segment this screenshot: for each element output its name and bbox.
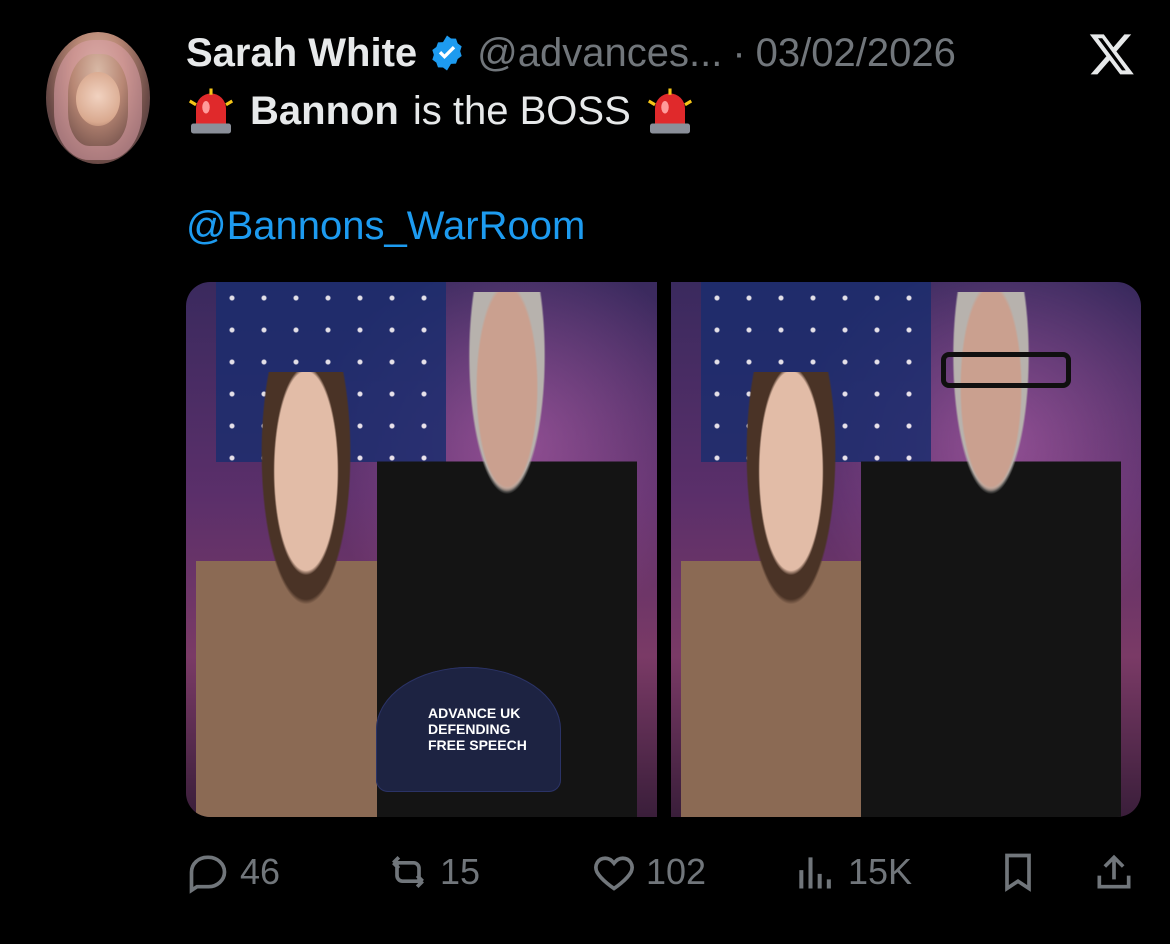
views-count: 15K (848, 851, 913, 892)
separator-dot: · (732, 30, 746, 75)
share-button[interactable] (1092, 846, 1136, 898)
cap-text: ADVANCE UK DEFENDING FREE SPEECH (428, 705, 527, 753)
cap-text-line2: DEFENDING (428, 721, 511, 737)
photo-2[interactable] (670, 282, 1141, 817)
reply-count: 46 (240, 851, 281, 892)
cap-text-line3: FREE SPEECH (428, 737, 527, 753)
tweet-actions: 46 15 102 15K (186, 846, 1141, 898)
tweet-text-rest: is the BOSS (412, 88, 631, 133)
mention-link[interactable]: @Bannons_WarRoom (186, 204, 585, 249)
bookmark-button[interactable] (996, 846, 1040, 898)
views-button[interactable]: 15K (794, 846, 912, 898)
reply-button[interactable]: 46 (186, 846, 280, 898)
tweet-header: Sarah White @advances... · 03/02/2026 (186, 28, 956, 78)
author-name[interactable]: Sarah White (186, 31, 417, 76)
police-light-emoji-icon (188, 88, 234, 134)
author-handle[interactable]: @advances... (477, 31, 722, 76)
retweet-arrows-icon (392, 856, 424, 888)
retweet-count: 15 (440, 851, 481, 892)
glasses (941, 352, 1071, 388)
share-upload-icon (1097, 854, 1131, 889)
heart-icon (594, 856, 634, 891)
tweet-text: Bannon is the BOSS (186, 86, 695, 136)
cap-text-line1: ADVANCE UK (428, 705, 521, 721)
speech-bubble-icon (189, 855, 227, 894)
bookmark-icon (1005, 853, 1031, 892)
bar-chart-icon (799, 857, 831, 889)
like-count: 102 (646, 851, 707, 892)
avatar-face (76, 72, 120, 126)
tweet-media: ADVANCE UK DEFENDING FREE SPEECH (186, 282, 1141, 817)
tweet-date[interactable]: 03/02/2026 (756, 31, 956, 76)
cap-image: ADVANCE UK DEFENDING FREE SPEECH (376, 667, 561, 792)
police-light-emoji-icon (647, 88, 692, 134)
verified-badge-icon (432, 35, 462, 71)
retweet-button[interactable]: 15 (386, 846, 480, 898)
x-logo-icon (1089, 34, 1134, 75)
avatar[interactable] (46, 32, 150, 164)
like-button[interactable]: 102 (592, 846, 706, 898)
photo-1[interactable]: ADVANCE UK DEFENDING FREE SPEECH (186, 282, 657, 817)
tweet-text-bold[interactable]: Bannon (250, 89, 399, 134)
